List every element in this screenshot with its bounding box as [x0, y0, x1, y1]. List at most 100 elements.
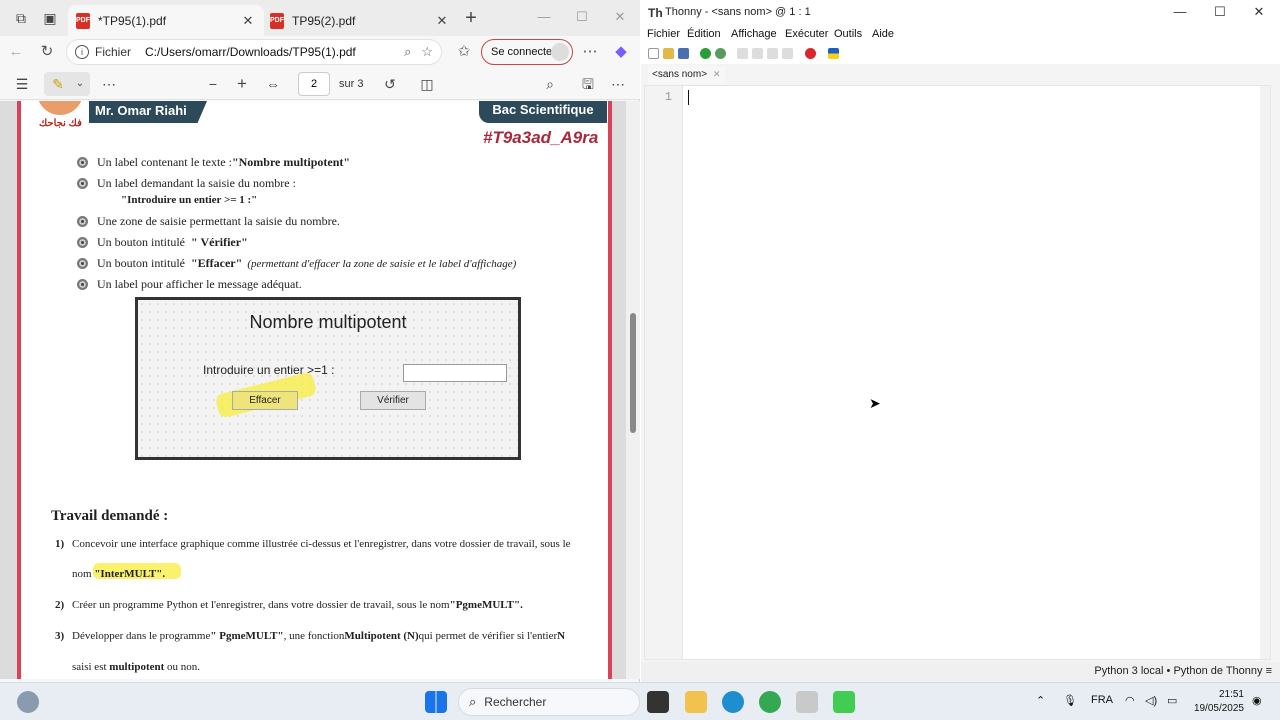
- editor-scrollbar[interactable]: [1260, 86, 1270, 659]
- address-bar[interactable]: i Fichier C:/Users/omarr/Downloads/TP95(…: [66, 39, 442, 65]
- tab-label: *TP95(1).pdf: [98, 13, 167, 28]
- rotate-icon[interactable]: ↺: [379, 74, 401, 94]
- microphone-icon[interactable]: 🎙: [1063, 694, 1077, 707]
- close-tab-icon[interactable]: ✕: [434, 13, 450, 29]
- logo-icon: [37, 101, 83, 115]
- time: 21:51: [1218, 689, 1244, 700]
- more-tools-icon[interactable]: ⋯: [98, 74, 120, 94]
- step-over-icon[interactable]: [737, 48, 748, 59]
- code-editor[interactable]: 1: [644, 85, 1271, 660]
- question-2: 2) Créer un programme Python et l'enregis…: [55, 599, 523, 611]
- tab-tp95-1[interactable]: PDF *TP95(1).pdf ✕: [68, 5, 264, 36]
- tab-actions-icon[interactable]: ▣: [40, 8, 60, 28]
- search-icon[interactable]: ⌕: [539, 74, 561, 94]
- menu-affichage[interactable]: Affichage: [731, 28, 777, 40]
- zoom-icon[interactable]: ⌕: [404, 44, 411, 60]
- open-file-icon[interactable]: [663, 48, 674, 59]
- close-tab-icon[interactable]: ✕: [713, 69, 721, 79]
- contents-icon[interactable]: ☰: [11, 74, 33, 94]
- bullet-3: Une zone de saisie permettant la saisie …: [77, 214, 340, 229]
- question-1-cont: nom "InterMULT".: [72, 568, 166, 580]
- menu-outils[interactable]: Outils: [834, 28, 862, 40]
- tab-strip: ⧉ ▣ PDF *TP95(1).pdf ✕ PDF TP95(2).pdf ✕…: [0, 0, 640, 36]
- start-icon[interactable]: [425, 691, 447, 713]
- wifi-icon[interactable]: ◠: [1125, 694, 1135, 707]
- fit-width-icon[interactable]: ⇔: [262, 74, 284, 94]
- file-explorer-icon[interactable]: [685, 691, 707, 713]
- bullet-2-sub: "Introduire un entier >= 1 :": [121, 194, 258, 206]
- sign-in-button[interactable]: Se connecter: [481, 39, 573, 65]
- close-window-icon[interactable]: ✕: [608, 6, 632, 28]
- notifications-icon[interactable]: ◉: [1252, 694, 1262, 707]
- interpreter-status[interactable]: Python 3 local • Python de Thonny ≡: [1094, 665, 1272, 677]
- edge-icon[interactable]: [722, 691, 744, 713]
- language-indicator[interactable]: FRA: [1091, 694, 1113, 706]
- ukraine-flag-icon[interactable]: [828, 48, 839, 59]
- question-3-cont: saisi est multipotent ou non.: [72, 661, 201, 673]
- author-banner: Mr. Omar Riahi: [89, 101, 207, 123]
- minimize-icon[interactable]: —: [1169, 4, 1191, 19]
- resume-icon[interactable]: [782, 48, 793, 59]
- chevron-down-icon[interactable]: ⌄: [69, 74, 91, 94]
- qt-designer-icon[interactable]: [833, 691, 855, 713]
- back-icon[interactable]: ←: [6, 42, 26, 62]
- menu-edition[interactable]: Édition: [687, 28, 721, 40]
- mouse-pointer-icon: ➤: [869, 395, 881, 411]
- close-tab-icon[interactable]: ✕: [240, 13, 256, 29]
- stop-icon[interactable]: [805, 48, 816, 59]
- run-icon[interactable]: [700, 48, 711, 59]
- copilot-icon[interactable]: ◆: [611, 42, 631, 62]
- url-text[interactable]: C:/Users/omarr/Downloads/TP95(1).pdf: [145, 45, 394, 59]
- step-out-icon[interactable]: [767, 48, 778, 59]
- search-placeholder: Rechercher: [484, 695, 547, 709]
- page-number-input[interactable]: 2: [298, 72, 330, 96]
- favorite-star-icon[interactable]: ☆: [421, 44, 433, 60]
- info-icon[interactable]: i: [75, 45, 89, 59]
- scrollbar-thumb[interactable]: [630, 313, 636, 433]
- menu-executer[interactable]: Exécuter: [785, 28, 828, 40]
- taskbar-search[interactable]: ⌕ Rechercher: [458, 688, 640, 716]
- save-icon[interactable]: 🖫: [577, 74, 599, 94]
- taskbar: ⌕ Rechercher ⌃ 🎙 FRA ◠ ◁) ▭ 21:51 19/05/20…: [0, 682, 1280, 720]
- logo-text: فك نجاحك: [39, 118, 82, 129]
- favorites-icon[interactable]: ✩: [454, 42, 474, 62]
- save-file-icon[interactable]: [678, 48, 689, 59]
- weather-icon[interactable]: [17, 691, 39, 713]
- menu-fichier[interactable]: Fichier: [647, 28, 680, 40]
- pdf-viewer[interactable]: فك نجاحك Mr. Omar Riahi Bac Scientifique…: [0, 101, 640, 679]
- date: 19/05/2025: [1193, 703, 1244, 714]
- zoom-out-icon[interactable]: −: [202, 74, 224, 94]
- new-file-icon[interactable]: [648, 48, 659, 59]
- thonny-icon[interactable]: [796, 691, 818, 713]
- more-menu-icon[interactable]: ⋯: [580, 42, 600, 62]
- more-icon[interactable]: ⋯: [607, 74, 629, 94]
- tab-label: TP95(2).pdf: [292, 13, 356, 28]
- refresh-icon[interactable]: ↻: [37, 42, 57, 62]
- bullet-5: Un bouton intitulé "Effacer" (permettant …: [77, 256, 516, 271]
- workspaces-icon[interactable]: ⧉: [11, 8, 31, 28]
- zoom-in-icon[interactable]: +: [231, 74, 253, 94]
- task-view-icon[interactable]: [647, 691, 669, 713]
- clock[interactable]: 21:51 19/05/2025: [1192, 688, 1244, 716]
- debug-icon[interactable]: [715, 48, 726, 59]
- pdf-scrollbar[interactable]: [626, 101, 640, 679]
- minimize-icon[interactable]: —: [532, 6, 556, 28]
- battery-icon[interactable]: ▭: [1167, 694, 1177, 707]
- chevron-up-icon[interactable]: ⌃: [1036, 694, 1045, 707]
- page-view-icon[interactable]: ◫: [416, 74, 438, 94]
- maximize-icon[interactable]: ☐: [1209, 4, 1231, 20]
- tab-tp95-2[interactable]: PDF TP95(2).pdf ✕: [262, 5, 458, 36]
- sign-in-label: Se connecter: [491, 46, 556, 58]
- address-bar-row: ← ↻ i Fichier C:/Users/omarr/Downloads/T…: [0, 36, 640, 68]
- menu-aide[interactable]: Aide: [872, 28, 894, 40]
- thonny-window: Th Thonny - <sans nom> @ 1 : 1 — ☐ ✕ Fic…: [641, 0, 1280, 682]
- new-tab-icon[interactable]: +: [461, 8, 481, 28]
- bullet-1: Un label contenant le texte : "Nombre mu…: [77, 155, 350, 170]
- chrome-icon[interactable]: [759, 691, 781, 713]
- close-window-icon[interactable]: ✕: [1248, 4, 1270, 20]
- volume-icon[interactable]: ◁): [1145, 694, 1157, 707]
- step-into-icon[interactable]: [752, 48, 763, 59]
- maximize-icon[interactable]: ☐: [570, 6, 594, 28]
- bullet-6: Un label pour afficher le message adéqua…: [77, 277, 302, 292]
- editor-tab[interactable]: <sans nom> ✕: [648, 66, 725, 84]
